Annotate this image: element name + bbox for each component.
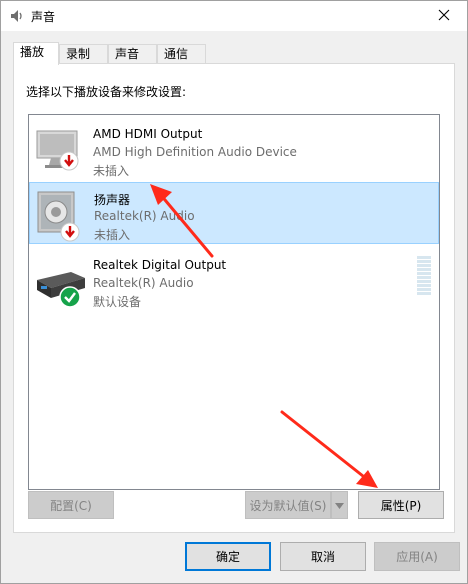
title-bar: 声音: [1, 1, 467, 31]
device-description: Realtek(R) Audio: [93, 276, 194, 290]
tab-communications[interactable]: 通信: [157, 44, 206, 64]
device-description: Realtek(R) Audio: [94, 209, 195, 223]
tab-recording[interactable]: 录制: [59, 44, 108, 64]
device-list[interactable]: AMD HDMI Output AMD High Definition Audi…: [28, 114, 440, 490]
set-default-dropdown-button[interactable]: [331, 491, 348, 519]
device-status: 未插入: [93, 164, 130, 178]
window-title: 声音: [31, 10, 56, 24]
close-button[interactable]: [421, 1, 467, 31]
sound-dialog: 声音 播放 录制 声音 通信 选择以下播放设备来修改设置: AMD HDMI O…: [0, 0, 468, 584]
instruction-text: 选择以下播放设备来修改设置:: [26, 85, 187, 99]
device-item-speakers[interactable]: 扬声器 Realtek(R) Audio 未插入: [29, 182, 439, 244]
device-status: 默认设备: [93, 295, 142, 309]
unplugged-icon: [59, 151, 79, 171]
default-check-icon: [59, 286, 81, 308]
unplugged-icon: [60, 222, 80, 242]
device-name: Realtek Digital Output: [93, 258, 227, 272]
volume-level-meter: [417, 256, 431, 296]
device-item-realtek-digital[interactable]: Realtek Digital Output Realtek(R) Audio …: [29, 250, 439, 312]
playback-panel: 选择以下播放设备来修改设置: AMD HDMI Output AMD High …: [13, 63, 455, 533]
device-name: AMD HDMI Output: [93, 127, 203, 141]
set-default-button[interactable]: 设为默认值(S): [245, 491, 331, 519]
device-status: 未插入: [94, 228, 131, 242]
close-icon: [438, 9, 450, 24]
apply-button[interactable]: 应用(A): [374, 542, 460, 571]
device-name: 扬声器: [94, 193, 131, 207]
device-description: AMD High Definition Audio Device: [93, 145, 297, 159]
tab-playback[interactable]: 播放: [13, 42, 59, 65]
properties-button[interactable]: 属性(P): [358, 491, 444, 519]
tab-sounds[interactable]: 声音: [108, 44, 157, 64]
device-item-amd-hdmi[interactable]: AMD HDMI Output AMD High Definition Audi…: [29, 119, 439, 181]
ok-button[interactable]: 确定: [185, 542, 271, 571]
speaker-icon: [9, 8, 25, 24]
chevron-down-icon: [335, 498, 344, 512]
cancel-button[interactable]: 取消: [280, 542, 366, 571]
configure-button[interactable]: 配置(C): [28, 491, 114, 519]
